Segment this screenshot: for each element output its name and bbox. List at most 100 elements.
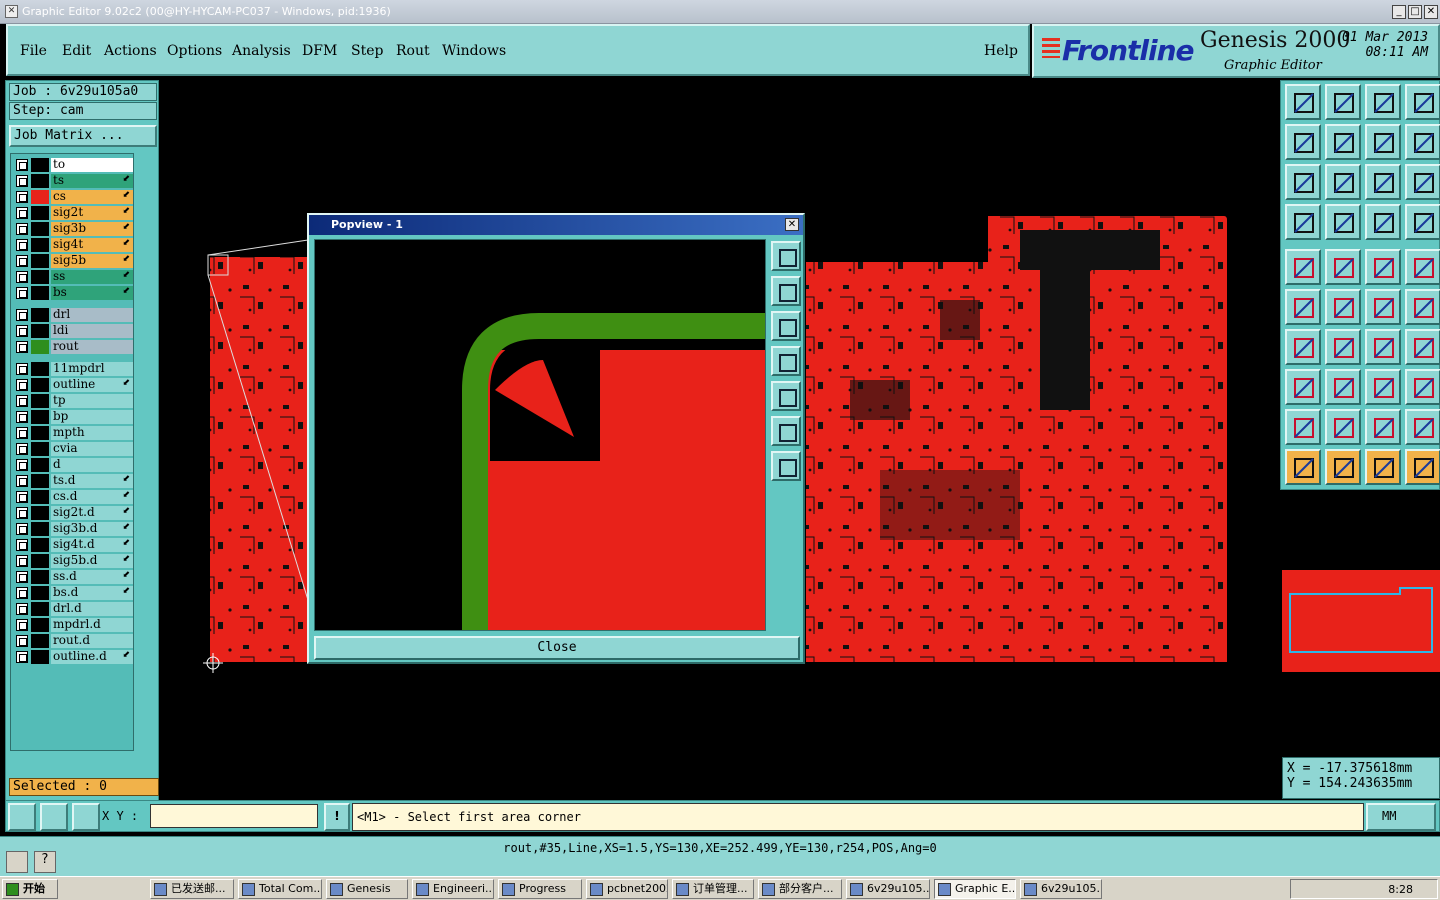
measure-icon[interactable] xyxy=(1285,204,1321,240)
layer-row-ts-d[interactable]: ts.d ⬋ xyxy=(13,474,133,488)
layer-row-rout[interactable]: rout xyxy=(13,340,133,354)
layer-name[interactable]: ss.d xyxy=(51,570,133,584)
layer-name[interactable]: 11mpdrl xyxy=(51,362,133,376)
triangle-b-icon[interactable] xyxy=(1325,409,1361,445)
popview-zoom-icon[interactable] xyxy=(771,241,801,271)
menu-edit[interactable]: Edit xyxy=(62,43,91,59)
layer-name[interactable]: cs.d xyxy=(51,490,133,504)
layer-row-bs-d[interactable]: bs.d ⬋ xyxy=(13,586,133,600)
layer-name[interactable]: ts xyxy=(51,174,133,188)
layer-checkbox[interactable] xyxy=(16,395,28,407)
triangle-d-icon[interactable] xyxy=(1405,409,1440,445)
grid-icon[interactable] xyxy=(72,803,100,831)
draw-line-icon[interactable] xyxy=(1325,249,1361,285)
taskbar-item[interactable]: Total Com... xyxy=(238,879,322,899)
layer-name[interactable]: sig2t.d xyxy=(51,506,133,520)
layer-checkbox[interactable] xyxy=(16,287,28,299)
layer-name[interactable]: bs.d xyxy=(51,586,133,600)
units-selector[interactable]: MM xyxy=(1366,803,1436,831)
layer-name[interactable]: outline xyxy=(51,378,133,392)
layer-checkbox[interactable] xyxy=(16,427,28,439)
menu-file[interactable]: File xyxy=(20,43,47,59)
slash-icon[interactable] xyxy=(1325,329,1361,365)
layer-checkbox[interactable] xyxy=(16,175,28,187)
overview-map[interactable] xyxy=(1282,570,1440,672)
info-icon[interactable]: ! xyxy=(324,803,350,831)
popview-close-button[interactable]: Close xyxy=(314,636,800,660)
triangle-c-icon[interactable] xyxy=(1365,409,1401,445)
snap-icon[interactable] xyxy=(40,803,68,831)
mirror-icon[interactable] xyxy=(1405,329,1440,365)
ruler-icon[interactable] xyxy=(1365,249,1401,285)
pan-left-icon[interactable] xyxy=(1285,124,1321,160)
layer-name[interactable]: sig3b.d xyxy=(51,522,133,536)
menu-dfm[interactable]: DFM xyxy=(302,43,337,59)
layer-name[interactable]: sig5b xyxy=(51,254,133,268)
pointer-icon[interactable] xyxy=(1285,449,1321,485)
layer-row-bs[interactable]: bs ⬋ xyxy=(13,286,133,300)
layer-row-sig5b[interactable]: sig5b ⬋ xyxy=(13,254,133,268)
center-icon[interactable] xyxy=(1325,164,1361,200)
layer-row-sig3b[interactable]: sig3b ⬋ xyxy=(13,222,133,236)
layer-name[interactable]: mpdrl.d xyxy=(51,618,133,632)
layer-row-d[interactable]: d xyxy=(13,458,133,472)
group-icon[interactable] xyxy=(1405,369,1440,405)
home-icon[interactable] xyxy=(1365,84,1401,120)
menu-rout[interactable]: Rout xyxy=(396,43,430,59)
triangle-a-icon[interactable] xyxy=(1285,409,1321,445)
pointer-box-icon[interactable] xyxy=(1325,449,1361,485)
net-icon[interactable] xyxy=(1285,289,1321,325)
popview-fit-icon[interactable] xyxy=(771,416,801,446)
layer-checkbox[interactable] xyxy=(16,271,28,283)
taskbar-item[interactable]: 部分客户... xyxy=(758,879,842,899)
layer-row-drl[interactable]: drl xyxy=(13,308,133,322)
layer-name[interactable]: bs xyxy=(51,286,133,300)
layer-checkbox[interactable] xyxy=(16,587,28,599)
layer-checkbox[interactable] xyxy=(16,223,28,235)
layer-name[interactable]: sig4t xyxy=(51,238,133,252)
maximize-button[interactable]: □ xyxy=(1408,5,1422,19)
taskbar-item[interactable]: 订单管理... xyxy=(672,879,754,899)
layer-row-tp[interactable]: tp xyxy=(13,394,133,408)
layer-row-sig2t[interactable]: sig2t ⬋ xyxy=(13,206,133,220)
layer-row-cvia[interactable]: cvia xyxy=(13,442,133,456)
layer-checkbox[interactable] xyxy=(16,523,28,535)
layer-name[interactable]: bp xyxy=(51,410,133,424)
undo-zoom-icon[interactable] xyxy=(1365,124,1401,160)
layer-name[interactable]: d xyxy=(51,458,133,472)
cross-icon[interactable] xyxy=(1325,289,1361,325)
pointer-free-icon[interactable] xyxy=(1405,449,1440,485)
taskbar-item[interactable]: Genesis xyxy=(326,879,408,899)
layer-checkbox[interactable] xyxy=(16,507,28,519)
layer-checkbox[interactable] xyxy=(16,619,28,631)
layer-checkbox[interactable] xyxy=(16,363,28,375)
menu-options[interactable]: Options xyxy=(167,43,222,59)
layer-row-sig4t[interactable]: sig4t ⬋ xyxy=(13,238,133,252)
layer-checkbox[interactable] xyxy=(16,475,28,487)
popview-pan-right-icon[interactable] xyxy=(771,381,801,411)
layer-checkbox[interactable] xyxy=(16,207,28,219)
layer-row-11mpdrl[interactable]: 11mpdrl xyxy=(13,362,133,376)
xy-input[interactable] xyxy=(150,804,318,828)
layer-checkbox[interactable] xyxy=(16,309,28,321)
layer-name[interactable]: ss xyxy=(51,270,133,284)
layer-name[interactable]: sig5b.d xyxy=(51,554,133,568)
window-icon[interactable] xyxy=(1405,84,1440,120)
layer-row-sig4t-d[interactable]: sig4t.d ⬋ xyxy=(13,538,133,552)
connect-icon[interactable] xyxy=(1365,289,1401,325)
layer-row-bp[interactable]: bp xyxy=(13,410,133,424)
layer-checkbox[interactable] xyxy=(16,555,28,567)
taskbar-item[interactable]: pcbnet2002 xyxy=(586,879,668,899)
menu-help[interactable]: Help xyxy=(984,43,1018,59)
taskbar-item[interactable]: 已发送邮... xyxy=(150,879,234,899)
circle-icon[interactable] xyxy=(1405,249,1440,285)
layer-name[interactable]: sig3b xyxy=(51,222,133,236)
taskbar-item[interactable]: Engineeri... xyxy=(412,879,494,899)
layer-name[interactable]: cvia xyxy=(51,442,133,456)
layer-checkbox[interactable] xyxy=(16,571,28,583)
start-button[interactable]: 开始 xyxy=(2,879,58,899)
popview-pan-left-icon[interactable] xyxy=(771,346,801,376)
popview-pan-up-icon[interactable] xyxy=(771,276,801,306)
zoom-down-icon[interactable] xyxy=(1325,84,1361,120)
popview-home-icon[interactable] xyxy=(771,451,801,481)
